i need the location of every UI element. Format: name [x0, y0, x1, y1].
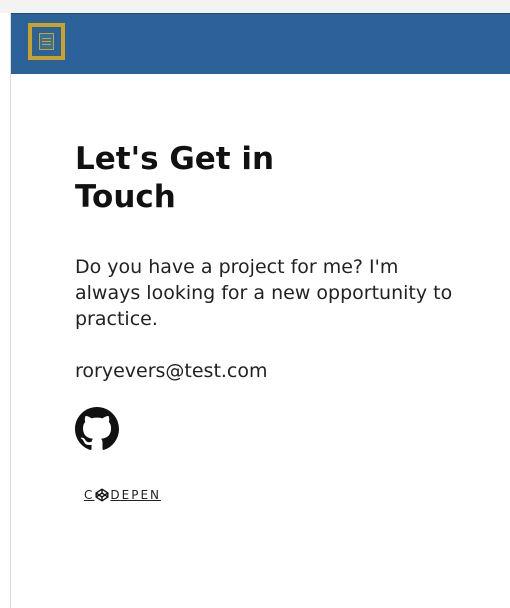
github-link[interactable] [75, 407, 119, 451]
codepen-icon [95, 488, 109, 502]
contact-section: Let's Get in Touch Do you have a project… [75, 140, 465, 505]
github-icon [75, 407, 119, 450]
hamburger-menu-icon [39, 33, 54, 50]
menu-button[interactable] [28, 23, 65, 60]
contact-title: Let's Get in Touch [75, 141, 275, 215]
email-link[interactable]: roryevers@test.com [75, 359, 465, 383]
page: Let's Get in Touch Do you have a project… [0, 0, 510, 608]
codepen-text-suffix: DEPEN [110, 488, 162, 502]
codepen-text-prefix: C [84, 488, 95, 502]
page-left-border [10, 13, 11, 608]
navbar [11, 13, 510, 74]
codepen-link[interactable]: C DEPEN [84, 485, 465, 505]
contact-description: Do you have a project for me? I'm always… [75, 256, 453, 330]
browser-top-strip [0, 0, 510, 13]
